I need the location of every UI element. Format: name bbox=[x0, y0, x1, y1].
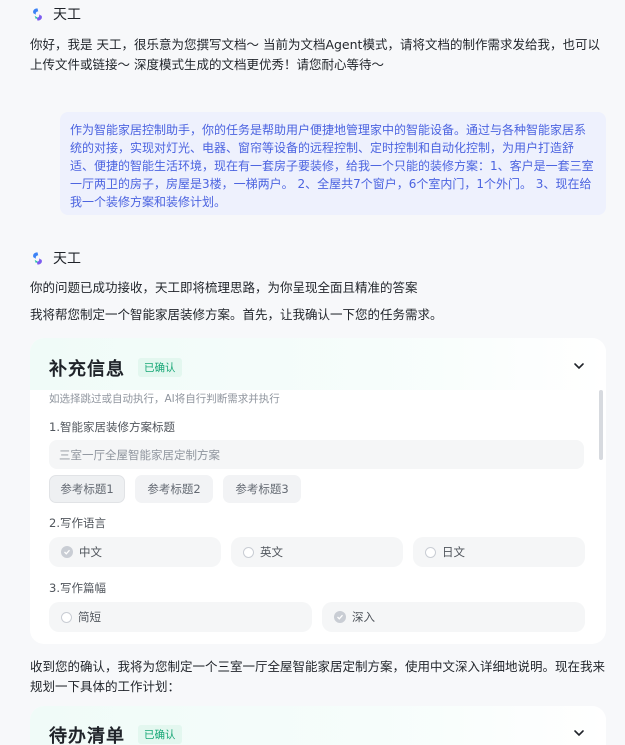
section-title-label: 1.智能家居装修方案标题 bbox=[49, 420, 175, 434]
option-label: 深入 bbox=[352, 610, 375, 624]
bot-name: 天工 bbox=[53, 7, 81, 23]
card-title: 补充信息 bbox=[49, 359, 125, 380]
length-section-label: 3.写作篇幅 bbox=[49, 581, 106, 595]
length-option-deep[interactable]: 深入 bbox=[322, 602, 585, 632]
radio-icon bbox=[61, 611, 72, 623]
title-input[interactable]: 三室一厅全屋智能家居定制方案 bbox=[49, 440, 584, 469]
confirm-message: 收到您的确认，我将为您制定一个三室一厅全屋智能家居定制方案，使用中文深入详细地说… bbox=[30, 659, 606, 694]
card-hint: 如选择跳过或自动执行，AI将自行判断需求并执行 bbox=[49, 393, 280, 405]
option-label: 简短 bbox=[78, 610, 101, 624]
reply-line-2: 我将帮您制定一个智能家居装修方案。首先，让我确认一下您的任务需求。 bbox=[30, 307, 443, 322]
bot-header: 天工 bbox=[30, 248, 81, 268]
radio-icon bbox=[243, 546, 254, 558]
chevron-down-icon[interactable] bbox=[572, 359, 586, 373]
option-label: 英文 bbox=[260, 545, 283, 559]
greeting-message: 你好，我是 天工，很乐意为您撰写文档～ 当前为文档Agent模式，请将文档的制作… bbox=[30, 37, 600, 72]
length-option-short[interactable]: 简短 bbox=[49, 602, 312, 632]
language-section-label: 2.写作语言 bbox=[49, 516, 106, 530]
checked-circle-icon bbox=[61, 546, 73, 558]
language-option-chinese[interactable]: 中文 bbox=[49, 537, 221, 567]
checked-circle-icon bbox=[334, 611, 346, 623]
card-title: 待办清单 bbox=[49, 726, 125, 745]
user-message-bubble: 作为智能家居控制助手，你的任务是帮助用户便捷地管理家中的智能设备。通过与各种智能… bbox=[60, 112, 606, 215]
todo-list-card: 待办清单 已确认 bbox=[30, 706, 606, 745]
option-label: 日文 bbox=[442, 545, 465, 559]
bot-name: 天工 bbox=[53, 251, 81, 267]
chevron-down-icon[interactable] bbox=[572, 726, 586, 740]
confirmed-badge: 已确认 bbox=[138, 725, 182, 744]
scrollbar-thumb[interactable] bbox=[599, 390, 603, 460]
tiangong-logo-icon bbox=[33, 7, 42, 21]
option-label: 中文 bbox=[79, 545, 102, 559]
radio-icon bbox=[425, 546, 436, 558]
language-option-english[interactable]: 英文 bbox=[231, 537, 403, 567]
reference-title-chip[interactable]: 参考标题1 bbox=[49, 475, 125, 503]
language-option-japanese[interactable]: 日文 bbox=[413, 537, 585, 567]
chat-scroll-area[interactable]: 天工 你好，我是 天工，很乐意为您撰写文档～ 当前为文档Agent模式，请将文档… bbox=[0, 0, 625, 745]
confirmed-badge: 已确认 bbox=[138, 358, 182, 377]
supplement-info-card: 补充信息 已确认 如选择跳过或自动执行，AI将自行判断需求并执行 1.智能家居装… bbox=[30, 338, 606, 644]
reference-title-chip[interactable]: 参考标题2 bbox=[135, 475, 213, 503]
tiangong-logo-icon bbox=[33, 251, 42, 265]
reply-line-1: 你的问题已成功接收，天工即将梳理思路，为你呈现全面且精准的答案 bbox=[30, 280, 418, 295]
reference-title-chip[interactable]: 参考标题3 bbox=[223, 475, 301, 503]
bot-header: 天工 bbox=[30, 4, 81, 24]
